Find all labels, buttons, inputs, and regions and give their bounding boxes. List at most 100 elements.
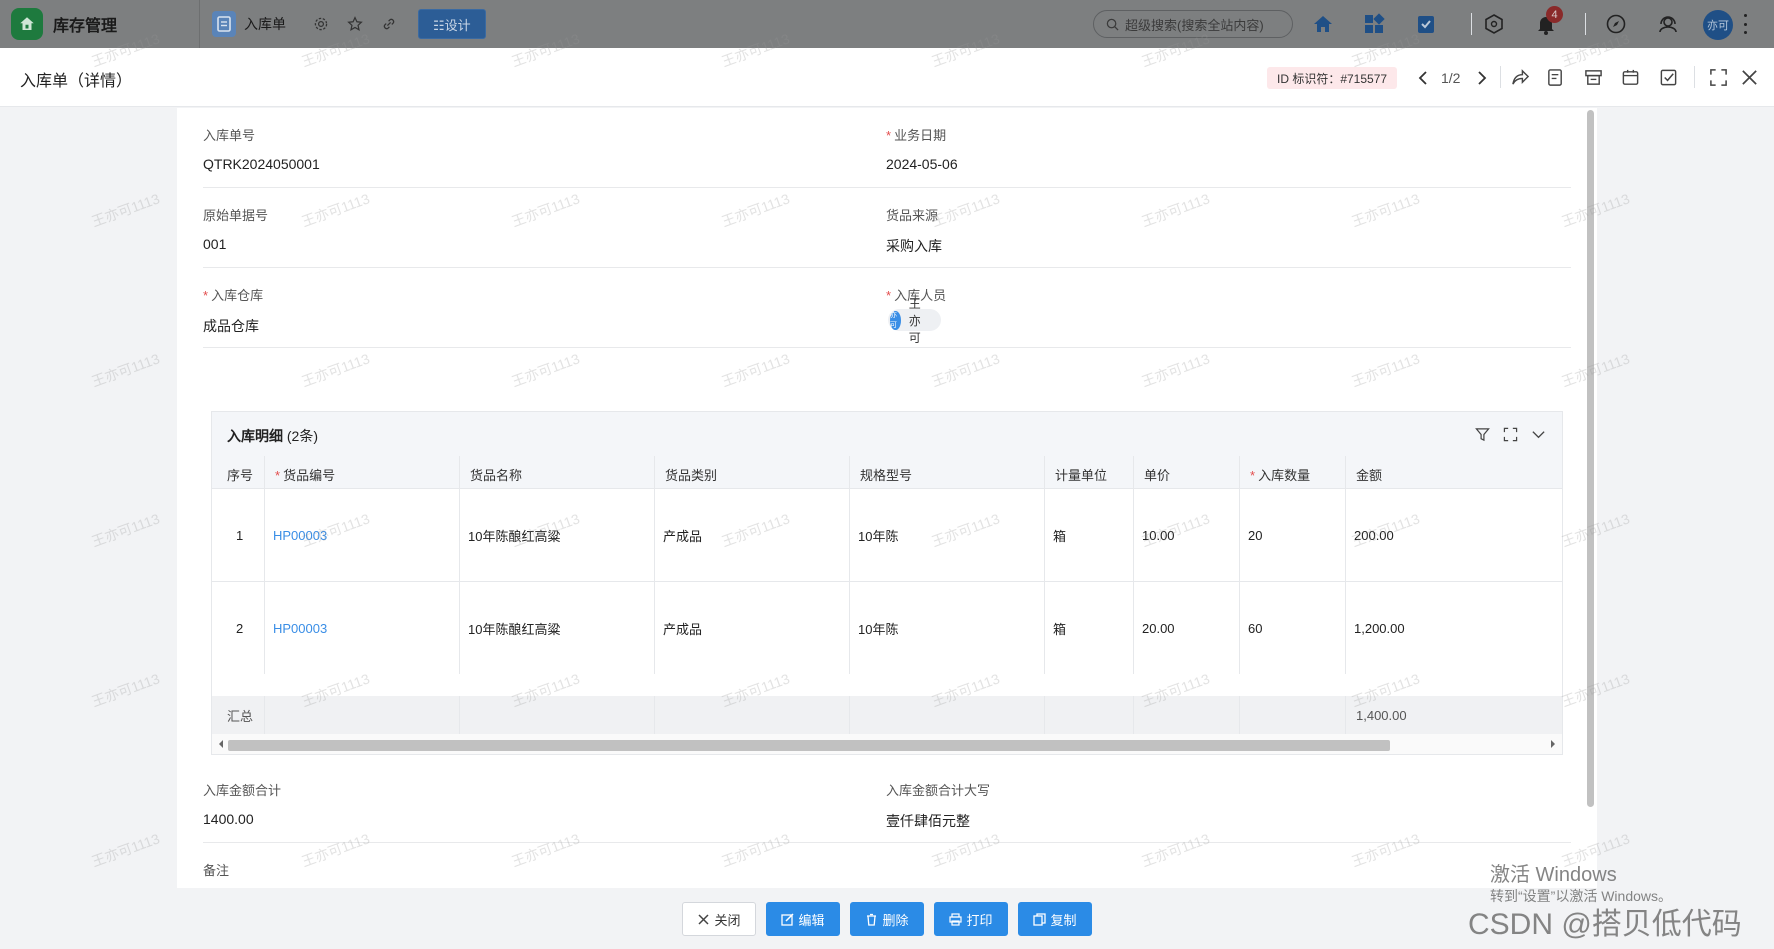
edit-icon xyxy=(781,912,795,926)
product-code-link[interactable]: HP00003 xyxy=(265,582,460,674)
chevron-down-icon[interactable] xyxy=(1529,425,1547,443)
chevron-left-icon[interactable] xyxy=(1414,68,1432,88)
star-icon[interactable] xyxy=(346,15,364,33)
close-icon[interactable] xyxy=(1738,66,1760,88)
user-chip-name: 王亦可 xyxy=(908,296,921,345)
print-button[interactable]: 打印 xyxy=(934,902,1008,936)
summary-label: 汇总 xyxy=(212,696,265,734)
tab-inbound-order[interactable]: 入库单 xyxy=(212,0,286,48)
search-placeholder: 超级搜索(搜索全站内容) xyxy=(1125,17,1264,33)
checkbox-icon[interactable] xyxy=(1657,66,1679,88)
table-cell: 产成品 xyxy=(655,489,850,581)
fullscreen-icon[interactable] xyxy=(1707,66,1729,88)
table-cell: 20.00 xyxy=(1134,582,1240,674)
table-cell: 10年陈酿红高粱 xyxy=(460,582,655,674)
table-cell: 20 xyxy=(1240,489,1346,581)
calendar-icon[interactable] xyxy=(1619,66,1641,88)
bell-icon[interactable]: 4 xyxy=(1534,6,1563,36)
more-vertical-icon[interactable] xyxy=(1742,14,1748,34)
topbar-nav-divider xyxy=(1585,13,1586,35)
scrollbar-thumb[interactable] xyxy=(228,740,1390,751)
delete-button[interactable]: 删除 xyxy=(850,902,924,936)
table-cell: 10.00 xyxy=(1134,489,1240,581)
support-icon[interactable] xyxy=(1656,12,1680,36)
scroll-left-icon[interactable] xyxy=(216,739,226,749)
table-cell: 2 xyxy=(212,582,265,674)
close-button[interactable]: 关闭 xyxy=(682,902,756,936)
compass-icon[interactable] xyxy=(1604,12,1628,36)
subtable-count: (2条) xyxy=(286,428,319,444)
topbar-divider xyxy=(199,0,201,48)
edit-button[interactable]: 编辑 xyxy=(766,902,840,936)
report-icon[interactable] xyxy=(1544,66,1566,88)
detail-modal: 入库单（详情） ID 标识符：#715577 1/2 入库单号 QTRK2024… xyxy=(0,48,1774,949)
field-value: 1400.00 xyxy=(203,811,254,827)
table-cell xyxy=(1134,696,1240,734)
trash-icon xyxy=(867,913,877,926)
column-header: 序号 xyxy=(212,456,265,489)
table-cell: 1 xyxy=(212,489,265,581)
document-icon xyxy=(212,11,237,37)
dashboard-icon[interactable] xyxy=(1362,12,1386,36)
filter-icon[interactable] xyxy=(1473,425,1491,443)
detail-content: 入库单号 QTRK2024050001 * 业务日期 2024-05-06 原始单… xyxy=(177,108,1597,904)
settings-icon[interactable] xyxy=(312,15,330,33)
record-id-tag: ID 标识符：#715577 xyxy=(1267,67,1398,89)
expand-icon[interactable] xyxy=(1501,425,1519,443)
global-search-input[interactable]: 超级搜索(搜索全站内容) xyxy=(1093,10,1293,38)
field-row: 入库金额合计 1400.00 入库金额合计大写 壹仟肆佰元整 xyxy=(203,763,1571,843)
pager-indicator: 1/2 xyxy=(1441,70,1461,86)
field-label: 货品来源 xyxy=(886,208,939,223)
field-label: 入库金额合计大写 xyxy=(886,783,991,798)
field-row: 入库单号 QTRK2024050001 * 业务日期 2024-05-06 xyxy=(203,108,1571,188)
field-value: 壹仟肆佰元整 xyxy=(886,813,970,829)
field-row: 备注 -- xyxy=(203,843,1571,904)
home-nav-icon[interactable] xyxy=(1311,12,1335,36)
field-value: 采购入库 xyxy=(886,238,942,254)
design-button[interactable]: ☷设计 xyxy=(418,9,486,39)
notification-badge: 4 xyxy=(1546,6,1563,23)
scroll-right-icon[interactable] xyxy=(1548,739,1558,749)
share-icon[interactable] xyxy=(1509,66,1531,88)
table-cell xyxy=(655,696,850,734)
printer-config-icon[interactable] xyxy=(1582,66,1604,88)
required-mark: * xyxy=(886,288,892,303)
column-header: 单价 xyxy=(1134,456,1240,489)
field-label: 原始单据号 xyxy=(203,208,269,223)
copy-icon xyxy=(1033,912,1047,926)
app-logo[interactable] xyxy=(11,8,43,40)
table-cell: 箱 xyxy=(1045,489,1134,581)
summary-row: 汇总 1,400.00 xyxy=(212,696,1562,734)
printer-icon xyxy=(949,912,963,926)
hexagon-icon[interactable] xyxy=(1482,12,1506,36)
field-row: 原始单据号 001 货品来源 采购入库 xyxy=(203,188,1571,268)
table-cell xyxy=(265,696,460,734)
subtable-title: 入库明细 (2条) xyxy=(227,428,319,444)
vertical-scrollbar[interactable] xyxy=(1587,110,1594,807)
chevron-right-icon[interactable] xyxy=(1473,68,1491,88)
topbar-nav-divider xyxy=(1471,13,1472,35)
search-icon xyxy=(1106,18,1119,31)
column-header: * 货品编号 xyxy=(265,456,460,489)
required-mark: * xyxy=(203,288,209,303)
tab-label: 入库单 xyxy=(244,16,287,32)
table-cell: 200.00 xyxy=(1354,527,1394,543)
table-cell: 10年陈 xyxy=(850,489,1045,581)
product-code-link[interactable]: HP00003 xyxy=(265,489,460,581)
field-label: 入库单号 xyxy=(203,128,256,143)
table-cell: 10年陈 xyxy=(850,582,1045,674)
csdn-watermark: CSDN @搭贝低代码 xyxy=(1468,908,1742,941)
table-cell xyxy=(850,696,1045,734)
field-value: QTRK2024050001 xyxy=(203,156,320,172)
subtable-tools xyxy=(1463,425,1547,443)
tasks-icon[interactable] xyxy=(1414,12,1438,36)
user-avatar[interactable]: 亦可 xyxy=(1703,10,1733,40)
table-cell xyxy=(1240,696,1346,734)
modal-header: 入库单（详情） ID 标识符：#715577 1/2 xyxy=(0,48,1774,107)
horizontal-scrollbar[interactable] xyxy=(212,734,1562,754)
link-icon[interactable] xyxy=(380,15,398,33)
modal-title: 入库单（详情） xyxy=(20,73,133,90)
copy-button[interactable]: 复制 xyxy=(1018,902,1092,936)
user-chip[interactable]: 亦可 王亦可 xyxy=(888,297,942,345)
summary-amount: 1,400.00 xyxy=(1356,707,1407,723)
